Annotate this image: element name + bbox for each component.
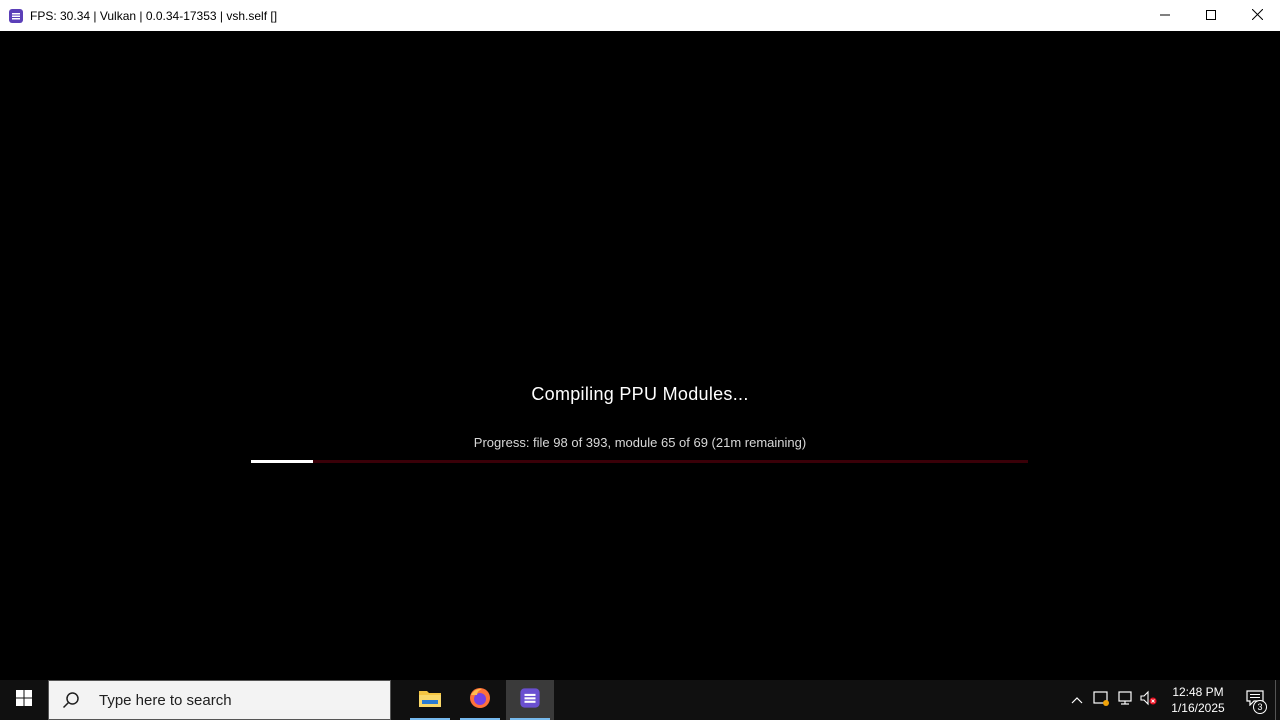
network-icon xyxy=(1117,690,1133,711)
window-controls xyxy=(1142,0,1280,31)
tray-volume-button[interactable] xyxy=(1137,680,1161,720)
system-tray: 12:48 PM 1/16/2025 3 xyxy=(1065,680,1280,720)
minimize-icon xyxy=(1160,7,1170,25)
firefox-icon xyxy=(468,686,492,715)
compile-heading: Compiling PPU Modules... xyxy=(531,384,749,404)
taskbar: Type here to search 12:48 PM 1/16/2025 3 xyxy=(0,680,1280,720)
action-center-button[interactable]: 3 xyxy=(1235,680,1275,720)
close-button[interactable] xyxy=(1234,0,1280,31)
security-icon xyxy=(1093,690,1109,711)
taskbar-app-firefox[interactable] xyxy=(456,680,504,720)
search-placeholder: Type here to search xyxy=(99,691,232,709)
minimize-button[interactable] xyxy=(1142,0,1188,31)
notification-count-badge: 3 xyxy=(1253,700,1267,714)
taskbar-search-box[interactable]: Type here to search xyxy=(48,680,391,720)
show-desktop-button[interactable] xyxy=(1275,680,1280,720)
taskbar-clock[interactable]: 12:48 PM 1/16/2025 xyxy=(1165,684,1231,716)
tray-security-button[interactable] xyxy=(1089,680,1113,720)
window-titlebar[interactable]: FPS: 30.34 | Vulkan | 0.0.34-17353 | vsh… xyxy=(0,0,1280,31)
taskbar-app-rpcs3[interactable] xyxy=(506,680,554,720)
window-title: FPS: 30.34 | Vulkan | 0.0.34-17353 | vsh… xyxy=(30,8,278,23)
start-button[interactable] xyxy=(0,680,48,720)
progress-bar xyxy=(251,460,1028,463)
rpcs3-icon xyxy=(8,8,24,24)
clock-date: 1/16/2025 xyxy=(1171,701,1225,715)
close-icon xyxy=(1251,7,1263,25)
chevron-up-icon xyxy=(1071,691,1083,709)
volume-muted-icon xyxy=(1140,690,1158,711)
show-hidden-icons-button[interactable] xyxy=(1065,680,1089,720)
windows-logo-icon xyxy=(16,689,32,711)
game-viewport[interactable]: Compiling PPU Modules... Progress: file … xyxy=(0,31,1280,680)
progress-bar-fill xyxy=(251,460,314,463)
maximize-button[interactable] xyxy=(1188,0,1234,31)
progress-status-text: Progress: file 98 of 393, module 65 of 6… xyxy=(473,435,807,450)
rpcs3-icon xyxy=(519,687,541,714)
file-explorer-icon xyxy=(418,688,442,713)
clock-time: 12:48 PM xyxy=(1172,685,1224,699)
taskbar-app-file-explorer[interactable] xyxy=(406,680,454,720)
search-icon xyxy=(61,690,81,710)
tray-network-button[interactable] xyxy=(1113,680,1137,720)
maximize-icon xyxy=(1206,7,1216,25)
